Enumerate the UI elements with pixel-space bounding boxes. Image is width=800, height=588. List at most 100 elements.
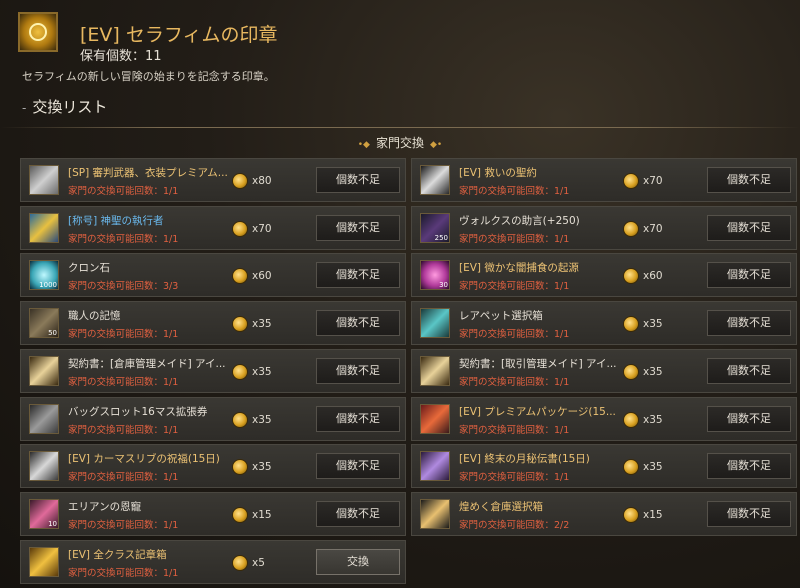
seal-coin-icon bbox=[232, 411, 248, 428]
secret-book-icon[interactable] bbox=[420, 451, 450, 482]
exchange-limit: 家門の交換可能回数：1/1 bbox=[68, 186, 179, 197]
insufficient-button[interactable]: 個数不足 bbox=[707, 405, 791, 432]
exchange-row: レアペット選択箱 家門の交換可能回数：1/1 x35 個数不足 bbox=[411, 301, 797, 346]
exchange-limit: 家門の交換可能回数：3/3 bbox=[68, 281, 179, 293]
exchange-limit: 家門の交換可能回数：1/1 bbox=[68, 233, 179, 245]
insufficient-button[interactable]: 個数不足 bbox=[707, 214, 791, 241]
exchange-row: 契約書：[取引管理メイド] アイ... 家門の交換可能回数：1/1 x35 個数不足 bbox=[411, 348, 797, 393]
insufficient-button[interactable]: 個数不足 bbox=[316, 262, 400, 289]
cost-quantity: x15 bbox=[252, 508, 272, 521]
insufficient-button[interactable]: 個数不足 bbox=[316, 214, 400, 241]
icon-count-label: 30 bbox=[439, 281, 448, 290]
exchange-row: 契約書：[倉庫管理メイド] アイ... 家門の交換可能回数：1/1 x35 個数不足 bbox=[20, 348, 406, 393]
exchange-row: 250 ヴォルクスの助言(+250) 家門の交換可能回数：1/1 x70 個数不足 bbox=[411, 205, 797, 250]
seal-coin-icon bbox=[623, 220, 639, 237]
seal-coin-icon bbox=[623, 459, 639, 476]
cost-quantity: x70 bbox=[252, 222, 272, 235]
header: [EV] セラフィムの印章 保有個数：11 セラフィムの新しい冒険の始まりを記念… bbox=[0, 0, 800, 150]
exchange-limit: 家門の交換可能回数：2/2 bbox=[459, 519, 570, 531]
exchange-row: 50 職人の記憶 家門の交換可能回数：1/1 x35 個数不足 bbox=[20, 301, 406, 346]
insufficient-button[interactable]: 個数不足 bbox=[707, 500, 791, 527]
exchange-button[interactable]: 交換 bbox=[316, 548, 400, 575]
exchange-row: [EV] カーマスリブの祝福(15日) 家門の交換可能回数：1/1 x35 個数不足 bbox=[20, 444, 406, 489]
exchange-row: 10 エリアンの恩寵家門の交換可能回数：1/1 x15 個数不足 bbox=[20, 491, 406, 536]
insufficient-button[interactable]: 個数不足 bbox=[707, 310, 791, 337]
potion-icon[interactable]: 10 bbox=[29, 498, 59, 529]
lamp-icon[interactable] bbox=[420, 498, 450, 529]
book-icon[interactable]: 250 bbox=[420, 212, 450, 243]
cost-quantity: x60 bbox=[252, 270, 272, 283]
contract-icon[interactable] bbox=[420, 355, 450, 386]
exchange-row: [EV] 全クラス記章箱 家門の交換可能回数：1/1 x5 交換 bbox=[20, 539, 406, 584]
insufficient-button[interactable]: 個数不足 bbox=[316, 357, 400, 384]
seal-coin-icon bbox=[623, 173, 639, 189]
insufficient-button[interactable]: 個数不足 bbox=[316, 500, 400, 527]
item-name: [SP] 審判武器、衣装プレミアム... bbox=[68, 167, 228, 179]
insufficient-button[interactable]: 個数不足 bbox=[316, 405, 400, 432]
insufficient-button[interactable]: 個数不足 bbox=[316, 310, 400, 337]
exchange-row: 30 [EV] 微かな闇捕食の起源 家門の交換可能回数：1/1 x60 個数不足 bbox=[411, 253, 797, 298]
seal-coin-icon bbox=[623, 268, 639, 285]
item-name: 職人の記憶 bbox=[68, 310, 121, 323]
exchange-limit: 家門の交換可能回数：1/1 bbox=[68, 376, 179, 388]
seal-icon bbox=[18, 12, 58, 52]
insufficient-button[interactable]: 個数不足 bbox=[316, 453, 400, 480]
insufficient-button[interactable]: 個数不足 bbox=[707, 167, 791, 193]
bag-icon[interactable] bbox=[29, 403, 59, 434]
insufficient-button[interactable]: 個数不足 bbox=[707, 453, 791, 480]
item-name: [EV] 全クラス記章箱 bbox=[68, 548, 167, 561]
title-tag-icon[interactable] bbox=[29, 212, 59, 243]
dot-ornament-icon: •◆ bbox=[357, 140, 370, 150]
icon-count-label: 10 bbox=[48, 519, 57, 528]
cron-stone-icon[interactable]: 1000 bbox=[29, 260, 59, 291]
item-name: [EV] カーマスリブの祝福(15日) bbox=[68, 453, 220, 466]
item-name: [称号] 神聖の執行者 bbox=[68, 214, 164, 227]
scroll-icon[interactable] bbox=[420, 165, 450, 195]
seal-coin-icon bbox=[232, 506, 248, 523]
cost-quantity: x35 bbox=[643, 461, 663, 474]
item-name: [EV] プレミアムパッケージ(15... bbox=[459, 405, 616, 418]
vortex-icon[interactable]: 30 bbox=[420, 260, 450, 291]
tree-icon[interactable] bbox=[29, 451, 59, 482]
exchange-row: [SP] 審判武器、衣装プレミアム... 家門の交換可能回数：1/1 x80 個数不足 bbox=[20, 158, 406, 202]
treasure-chest-icon[interactable] bbox=[29, 546, 59, 577]
insufficient-button[interactable]: 個数不足 bbox=[707, 357, 791, 384]
exchange-limit: 家門の交換可能回数：1/1 bbox=[459, 472, 570, 484]
exchange-limit: 家門の交換可能回数：1/1 bbox=[459, 424, 570, 436]
cost-quantity: x70 bbox=[643, 222, 663, 235]
insufficient-button[interactable]: 個数不足 bbox=[316, 167, 400, 193]
item-name: [EV] 救いの聖約 bbox=[459, 167, 537, 179]
exchange-limit: 家門の交換可能回数：1/1 bbox=[68, 424, 179, 436]
chest-icon[interactable] bbox=[29, 165, 59, 195]
item-name: 煌めく倉庫選択箱 bbox=[459, 500, 543, 513]
memory-icon[interactable]: 50 bbox=[29, 308, 59, 339]
exchange-limit: 家門の交換可能回数：1/1 bbox=[459, 281, 570, 293]
cost-quantity: x35 bbox=[252, 365, 272, 378]
contract-icon[interactable] bbox=[29, 355, 59, 386]
cost-quantity: x35 bbox=[643, 365, 663, 378]
section-title: 交換リスト bbox=[22, 96, 107, 117]
cost-quantity: x35 bbox=[252, 318, 272, 331]
cost-quantity: x60 bbox=[643, 270, 663, 283]
cost-quantity: x5 bbox=[252, 556, 265, 569]
cost-quantity: x70 bbox=[643, 175, 663, 187]
item-name: [EV] 微かな闇捕食の起源 bbox=[459, 262, 579, 275]
seal-coin-icon bbox=[232, 173, 248, 189]
page-title: [EV] セラフィムの印章 bbox=[80, 24, 278, 46]
exchange-limit: 家門の交換可能回数：1/1 bbox=[68, 472, 179, 484]
seal-coin-icon bbox=[232, 459, 248, 476]
seal-coin-icon bbox=[232, 363, 248, 380]
exchange-row: [EV] プレミアムパッケージ(15... 家門の交換可能回数：1/1 x35 個数不… bbox=[411, 396, 797, 441]
item-name: 契約書：[取引管理メイド] アイ... bbox=[459, 357, 617, 370]
cost-quantity: x35 bbox=[252, 413, 272, 426]
exchange-limit: 家門の交換可能回数：1/1 bbox=[68, 519, 179, 531]
package-icon[interactable] bbox=[420, 403, 450, 434]
insufficient-button[interactable]: 個数不足 bbox=[707, 262, 791, 289]
icon-count-label: 250 bbox=[434, 233, 448, 242]
item-name: レアペット選択箱 bbox=[459, 310, 543, 323]
exchange-row: [EV] 救いの聖約 家門の交換可能回数：1/1 x70 個数不足 bbox=[411, 158, 797, 202]
pet-box-icon[interactable] bbox=[420, 308, 450, 339]
item-name: エリアンの恩寵 bbox=[68, 500, 142, 513]
seal-coin-icon bbox=[623, 411, 639, 428]
item-description: セラフィムの新しい冒険の始まりを記念する印章。 bbox=[22, 70, 275, 83]
